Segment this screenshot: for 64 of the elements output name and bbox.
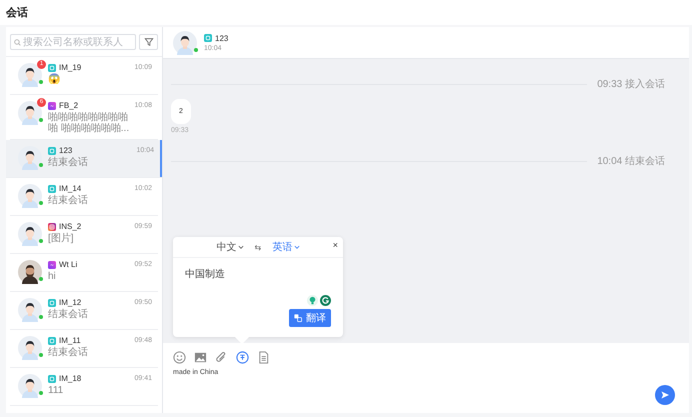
im-channel-icon	[48, 64, 56, 72]
im-channel-icon	[204, 34, 212, 42]
avatar	[18, 222, 42, 246]
im-channel-icon	[48, 146, 56, 154]
message-preview: hi	[48, 271, 57, 282]
contact-name: INS_2	[59, 222, 82, 231]
im-channel-icon	[48, 298, 56, 306]
search-icon	[14, 38, 21, 46]
emoji-icon[interactable]	[173, 351, 186, 364]
im-channel-icon	[48, 336, 56, 344]
message-preview: 结束会话	[48, 309, 89, 320]
caret-icon	[294, 244, 300, 250]
contact-name: 123	[59, 146, 74, 155]
session-event: 10:04 结束会话	[597, 154, 665, 168]
contact-name: 123	[215, 34, 228, 42]
message-preview: 啪啪啪啪啪啪啪啪啪 啪啪啪啪啪啪...	[48, 112, 130, 134]
message-preview: 😱	[48, 74, 61, 85]
caret-icon	[238, 244, 244, 250]
message-preview: [图片]	[48, 233, 75, 244]
contact-name: FB_2	[59, 101, 80, 110]
paperclip-icon[interactable]	[215, 351, 228, 364]
source-language-dropdown[interactable]: 中文	[216, 240, 244, 254]
message-preview: 111	[48, 385, 64, 396]
im-channel-icon	[48, 184, 56, 192]
avatar	[18, 374, 42, 398]
messenger-icon	[48, 102, 56, 110]
close-button[interactable]: ×	[332, 240, 338, 250]
contact-name: IM_11	[59, 336, 82, 345]
filter-icon	[144, 37, 154, 47]
contact-name: IM_12	[59, 298, 82, 307]
message-preview: 结束会话	[48, 157, 89, 168]
send-icon	[660, 390, 670, 400]
avatar	[18, 184, 42, 208]
image-icon[interactable]	[194, 351, 207, 364]
bulb-icon[interactable]	[307, 295, 318, 306]
im-channel-icon	[48, 374, 56, 382]
grammar-icon[interactable]	[320, 295, 331, 306]
contact-name: IM_14	[59, 184, 82, 193]
avatar	[18, 298, 42, 322]
send-button[interactable]	[655, 385, 675, 405]
avatar	[18, 63, 42, 87]
messenger-icon	[48, 260, 56, 268]
page-title: 会话	[6, 6, 28, 20]
message-preview: 结束会话	[48, 347, 89, 358]
message-preview: 结束会话	[48, 195, 89, 206]
avatar	[173, 30, 197, 54]
contact-name: IM_19	[59, 63, 82, 72]
source-text: 中国制造	[185, 268, 226, 282]
translate-button[interactable]: 翻译	[289, 309, 331, 327]
avatar	[18, 146, 42, 170]
translate-icon[interactable]	[236, 351, 249, 364]
contact-name: Wt Li	[59, 260, 78, 269]
avatar	[18, 336, 42, 360]
swap-languages-button[interactable]: ⇆	[254, 242, 262, 252]
instagram-icon	[48, 222, 56, 230]
document-icon[interactable]	[257, 351, 270, 364]
avatar	[18, 101, 42, 125]
avatar	[18, 260, 42, 284]
translate-icon	[294, 314, 302, 322]
session-event: 09:33 接入会话	[597, 78, 665, 91]
contact-name: IM_18	[59, 374, 82, 383]
target-language-dropdown[interactable]: 英语	[272, 240, 300, 254]
search-field[interactable]: 搜索公司名称或联系人	[10, 34, 136, 50]
filter-button[interactable]	[139, 34, 158, 50]
